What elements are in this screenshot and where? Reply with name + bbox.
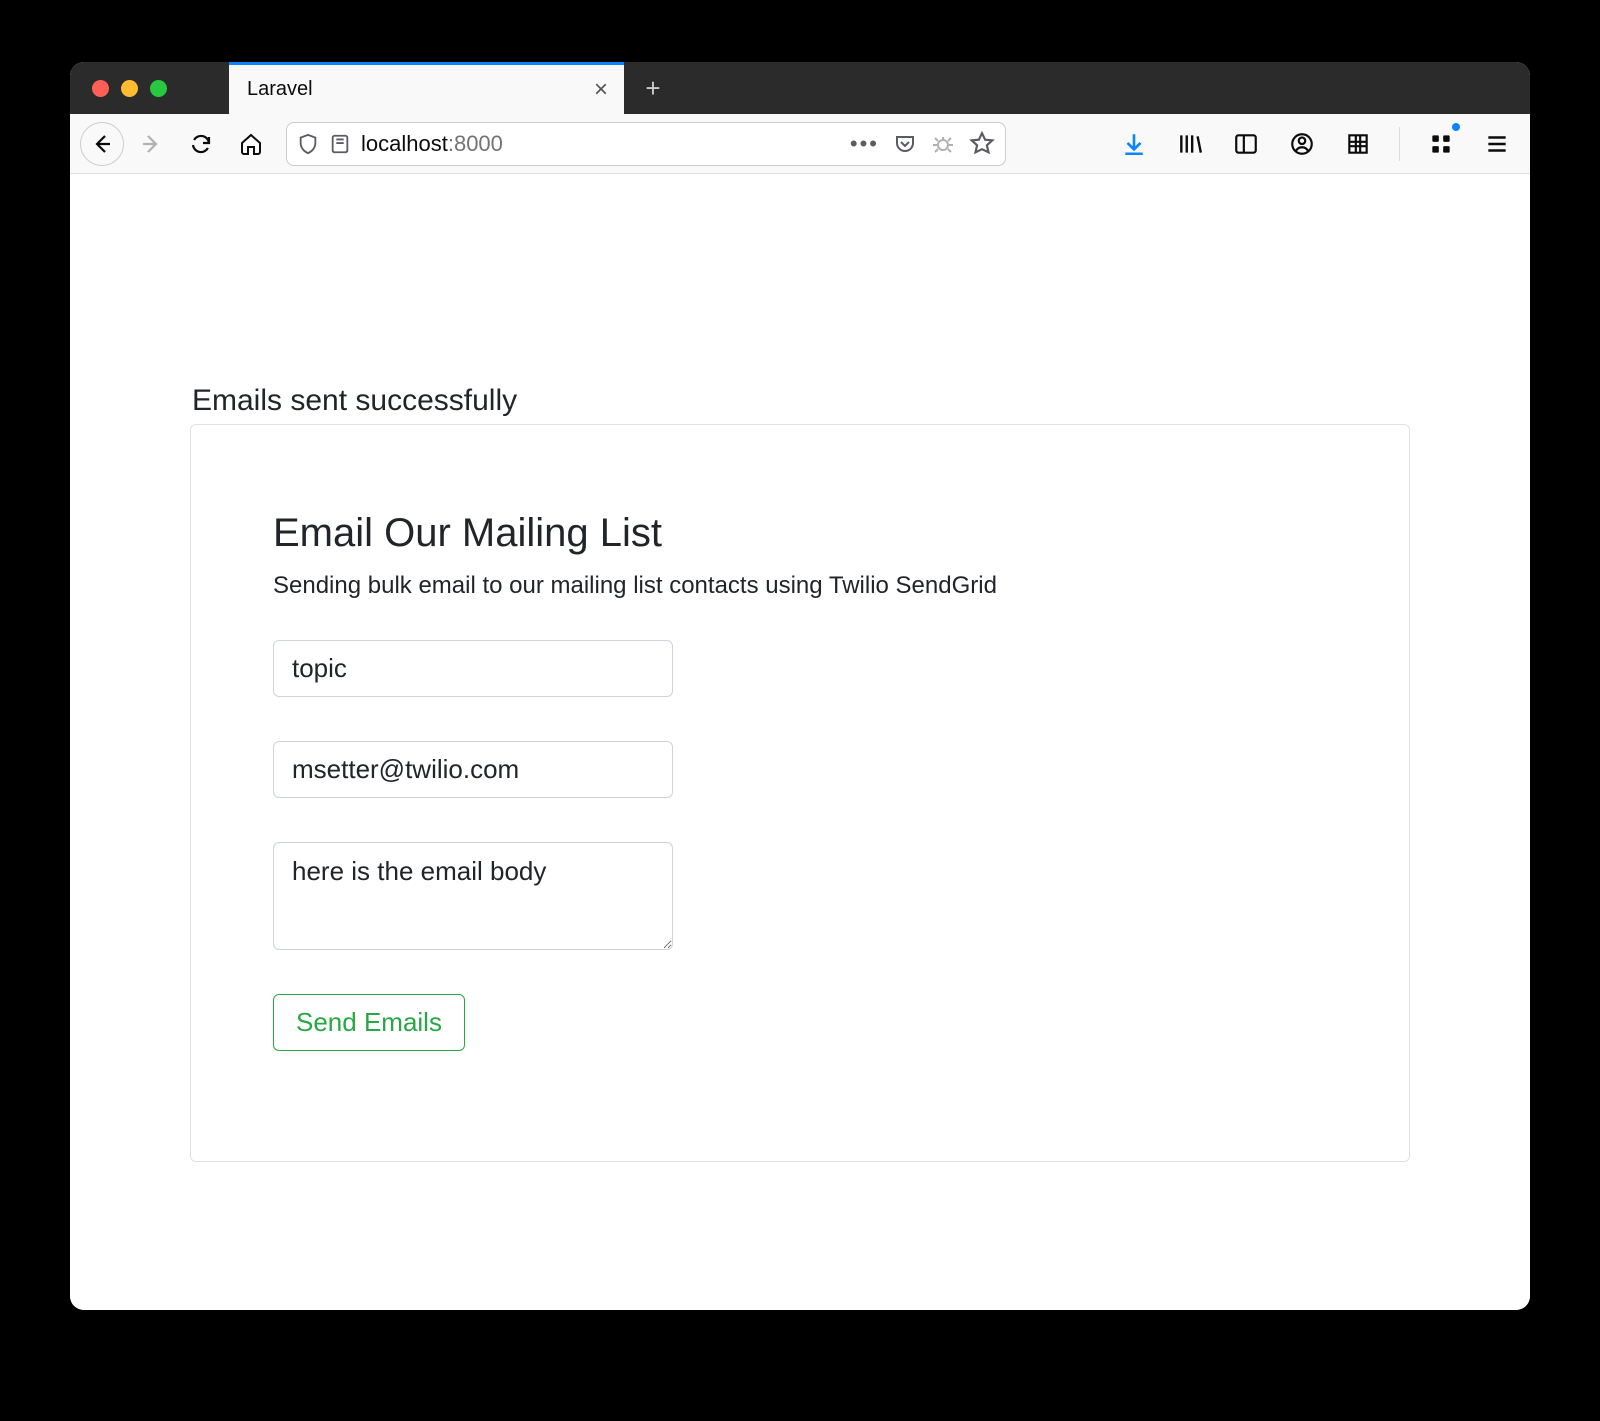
bug-icon[interactable] — [931, 132, 955, 156]
grid-icon — [1345, 131, 1371, 157]
extension-button-2[interactable] — [1418, 121, 1464, 167]
browser-window: Laravel × + localhost:8000 — [70, 62, 1530, 1310]
send-emails-button[interactable]: Send Emails — [273, 994, 465, 1051]
url-host: localhost — [361, 131, 448, 156]
sidebar-button[interactable] — [1223, 121, 1269, 167]
from-email-input[interactable] — [273, 741, 673, 798]
arrow-right-icon — [139, 132, 163, 156]
body-textarea[interactable] — [273, 842, 673, 950]
menu-button[interactable] — [1474, 121, 1520, 167]
extension-button-1[interactable] — [1335, 121, 1381, 167]
page-info-icon[interactable] — [329, 133, 351, 155]
toolbar-separator — [1399, 127, 1400, 161]
page-actions-icon[interactable]: ••• — [850, 131, 879, 157]
back-button[interactable] — [80, 122, 124, 166]
page-heading: Email Our Mailing List — [273, 511, 1327, 556]
new-tab-button[interactable]: + — [624, 73, 682, 104]
reload-icon — [189, 132, 213, 156]
status-message: Emails sent successfully — [190, 384, 1410, 418]
pocket-icon[interactable] — [893, 132, 917, 156]
page-subheading: Sending bulk email to our mailing list c… — [273, 572, 1327, 600]
arrow-left-icon — [90, 132, 114, 156]
home-icon — [239, 132, 263, 156]
shield-icon[interactable] — [297, 133, 319, 155]
close-tab-icon[interactable]: × — [594, 78, 608, 102]
forward-button[interactable] — [128, 121, 174, 167]
download-icon — [1121, 131, 1147, 157]
puzzle-icon — [1428, 131, 1454, 157]
traffic-lights — [70, 80, 167, 97]
library-button[interactable] — [1167, 121, 1213, 167]
sidebar-icon — [1233, 131, 1259, 157]
tab-title: Laravel — [247, 78, 313, 101]
url-port: :8000 — [448, 131, 503, 156]
library-icon — [1177, 131, 1203, 157]
page-viewport: Emails sent successfully Email Our Maili… — [70, 174, 1530, 1310]
titlebar: Laravel × + — [70, 62, 1530, 114]
account-button[interactable] — [1279, 121, 1325, 167]
browser-tab[interactable]: Laravel × — [229, 62, 624, 114]
url-bar[interactable]: localhost:8000 ••• — [286, 122, 1006, 166]
bookmark-star-icon[interactable] — [969, 131, 995, 157]
hamburger-icon — [1484, 131, 1510, 157]
maximize-window-button[interactable] — [150, 80, 167, 97]
downloads-button[interactable] — [1111, 121, 1157, 167]
url-text: localhost:8000 — [361, 131, 840, 157]
browser-toolbar: localhost:8000 ••• — [70, 114, 1530, 174]
page-content: Emails sent successfully Email Our Maili… — [190, 174, 1410, 1162]
email-form-card: Email Our Mailing List Sending bulk emai… — [190, 424, 1410, 1162]
home-button[interactable] — [228, 121, 274, 167]
close-window-button[interactable] — [92, 80, 109, 97]
minimize-window-button[interactable] — [121, 80, 138, 97]
topic-input[interactable] — [273, 640, 673, 697]
reload-button[interactable] — [178, 121, 224, 167]
account-icon — [1289, 131, 1315, 157]
